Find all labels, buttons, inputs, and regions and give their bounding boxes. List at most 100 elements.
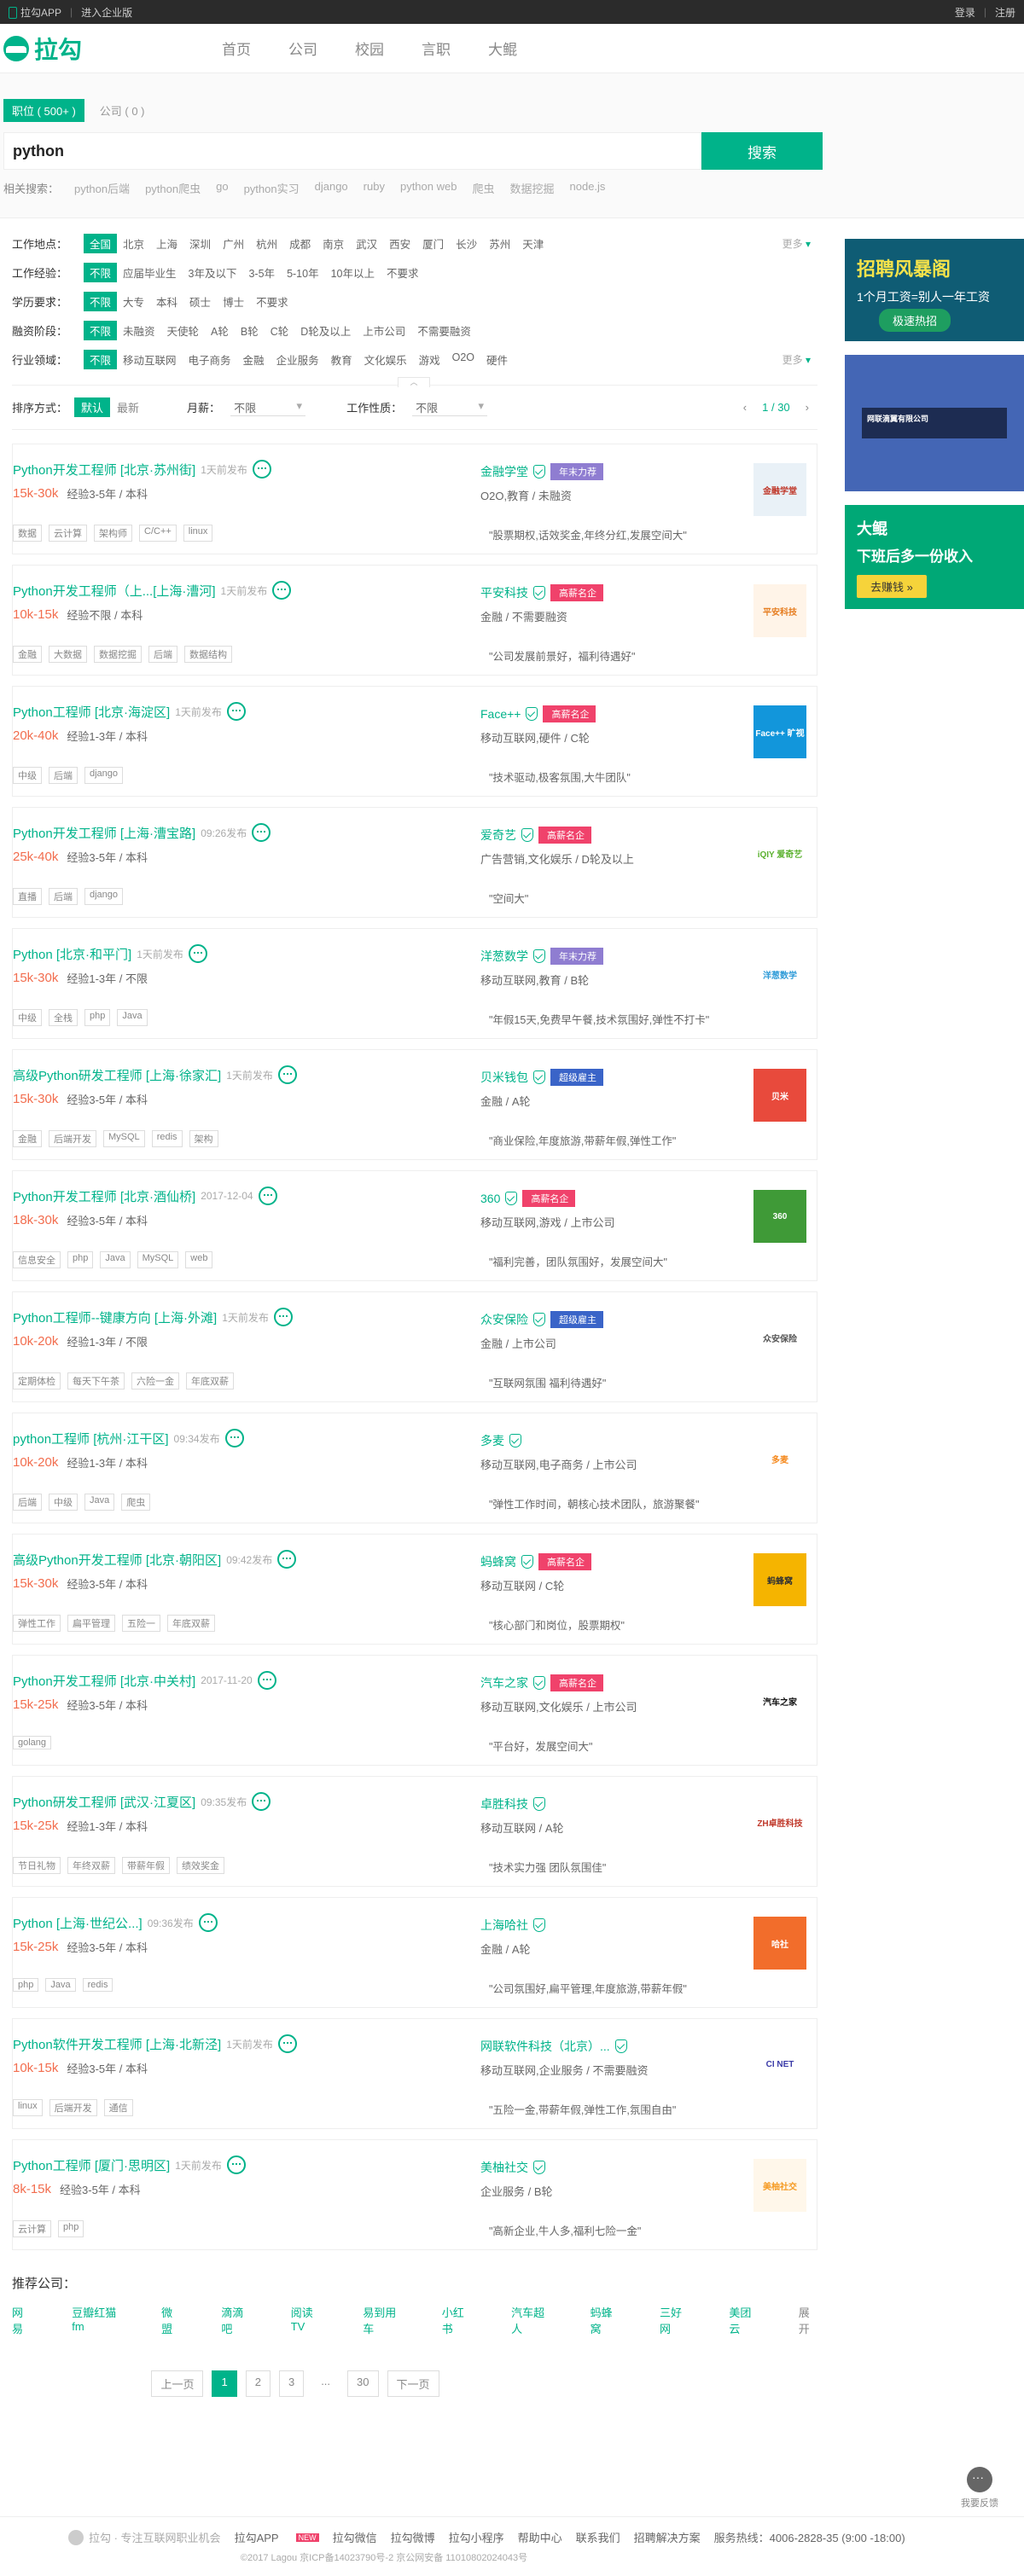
company-logo[interactable]: iQIY 爱奇艺 bbox=[753, 827, 806, 879]
company-name[interactable]: 卓胜科技 bbox=[480, 1796, 528, 1813]
filter-option[interactable]: 金融 bbox=[237, 350, 271, 369]
job-card[interactable]: Python开发工程师 [北京·中关村] 2017-11-20 15k-25k 经验3… bbox=[12, 1655, 817, 1766]
page-button[interactable]: 30 bbox=[347, 2370, 379, 2397]
company-logo[interactable]: 360 bbox=[753, 1190, 806, 1243]
filter-option[interactable]: 不限 bbox=[84, 349, 118, 369]
company-logo[interactable]: 蚂蜂窝 bbox=[753, 1553, 806, 1606]
chat-icon[interactable] bbox=[257, 1671, 276, 1690]
footer-link[interactable]: 拉勾微博 bbox=[391, 2529, 435, 2545]
related-link[interactable]: python后端 bbox=[74, 180, 130, 196]
job-title[interactable]: Python开发工程师 [北京·中关村] bbox=[13, 1672, 195, 1690]
company-logo[interactable]: 众安保险 bbox=[753, 1311, 806, 1364]
nav-home[interactable]: 首页 bbox=[222, 38, 251, 59]
chat-icon[interactable] bbox=[224, 1429, 244, 1448]
job-title[interactable]: Python工程师--键康方向 [上海·外滩] bbox=[13, 1308, 217, 1326]
filter-option[interactable]: 广州 bbox=[217, 234, 250, 253]
company-name[interactable]: 上海哈社 bbox=[480, 1917, 528, 1934]
recommended-company-link[interactable]: 三好网 bbox=[660, 2304, 688, 2336]
next-page-button[interactable]: 下一页 bbox=[387, 2370, 439, 2397]
login-link[interactable]: 登录 bbox=[955, 5, 975, 20]
company-logo[interactable]: 洋葱数学 bbox=[753, 948, 806, 1001]
company-name[interactable]: 众安保险 bbox=[480, 1311, 528, 1328]
related-link[interactable]: python爬虫 bbox=[145, 180, 201, 196]
company-name[interactable]: 美柚社交 bbox=[480, 2159, 528, 2176]
job-card[interactable]: Python工程师--键康方向 [上海·外滩] 1天前发布 10k-20k 经验1-3… bbox=[12, 1291, 817, 1402]
tab-companies[interactable]: 公司 ( 0 ) bbox=[100, 102, 145, 119]
page-button[interactable]: 2 bbox=[245, 2370, 271, 2397]
filter-option[interactable]: 不要求 bbox=[381, 263, 425, 282]
recommended-company-link[interactable]: 滴滴吧 bbox=[221, 2304, 249, 2336]
filter-option[interactable]: 上海 bbox=[150, 234, 183, 253]
filter-more-toggle[interactable]: 更多 bbox=[783, 352, 811, 367]
filter-option[interactable]: 游戏 bbox=[413, 350, 446, 369]
recommended-company-link[interactable]: 微盟 bbox=[161, 2304, 180, 2336]
filter-option[interactable]: 未融资 bbox=[117, 321, 161, 340]
chat-icon[interactable] bbox=[277, 1550, 297, 1569]
job-card[interactable]: Python [北京·和平门] 1天前发布 15k-30k 经验1-3年 / 不限 中级… bbox=[12, 928, 817, 1039]
company-logo[interactable]: ZH卓胜科技 bbox=[753, 1796, 806, 1848]
filter-option[interactable]: 文化娱乐 bbox=[358, 350, 413, 369]
company-name[interactable]: Face++ bbox=[480, 707, 521, 721]
chat-icon[interactable] bbox=[277, 1065, 297, 1084]
filter-option[interactable]: 苏州 bbox=[483, 234, 516, 253]
job-card[interactable]: Python [上海·世纪公...] 09:36发布 15k-25k 经验3-5年 /… bbox=[12, 1897, 817, 2008]
filter-option[interactable]: 不需要融资 bbox=[411, 321, 477, 340]
company-name[interactable]: 多麦 bbox=[480, 1432, 504, 1449]
filter-option[interactable]: 厦门 bbox=[416, 234, 450, 253]
company-logo[interactable]: 平安科技 bbox=[753, 584, 806, 637]
job-title[interactable]: Python软件开发工程师 [上海·北新泾] bbox=[13, 2035, 221, 2053]
job-card[interactable]: Python开发工程师（上...[上海·漕河] 1天前发布 10k-15k 经验不限 … bbox=[12, 565, 817, 676]
job-title[interactable]: Python开发工程师 [北京·苏州街] bbox=[13, 461, 195, 479]
job-title[interactable]: Python开发工程师（上...[上海·漕河] bbox=[13, 582, 216, 600]
filter-option[interactable]: 长沙 bbox=[450, 234, 483, 253]
footer-link[interactable]: 拉勾微信 bbox=[333, 2529, 377, 2545]
related-link[interactable]: 爬虫 bbox=[472, 180, 494, 196]
job-card[interactable]: Python软件开发工程师 [上海·北新泾] 1天前发布 10k-15k 经验3-5年… bbox=[12, 2018, 817, 2129]
recommended-company-link[interactable]: 美团云 bbox=[729, 2304, 757, 2336]
filter-option[interactable]: 北京 bbox=[117, 234, 150, 253]
filter-option[interactable]: 电子商务 bbox=[183, 350, 237, 369]
filter-option[interactable]: 本科 bbox=[150, 292, 183, 311]
chat-icon[interactable] bbox=[226, 2155, 246, 2174]
salary-dropdown[interactable]: 不限 bbox=[230, 399, 306, 416]
company-logo[interactable]: 金融学堂 bbox=[753, 463, 806, 516]
nav-company[interactable]: 公司 bbox=[288, 38, 317, 59]
enterprise-link[interactable]: 进入企业版 bbox=[81, 5, 132, 20]
recommended-company-link[interactable]: 网易 bbox=[12, 2304, 31, 2336]
chat-icon[interactable] bbox=[273, 1308, 293, 1326]
job-title[interactable]: Python [北京·和平门] bbox=[13, 945, 131, 963]
company-logo[interactable]: 美柚社交 bbox=[753, 2159, 806, 2212]
company-logo[interactable]: 汽车之家 bbox=[753, 1674, 806, 1727]
related-link[interactable]: ruby bbox=[364, 180, 385, 196]
filter-option[interactable]: 天津 bbox=[516, 234, 550, 253]
related-link[interactable]: django bbox=[315, 180, 348, 196]
job-title[interactable]: 高级Python研发工程师 [上海·徐家汇] bbox=[13, 1066, 221, 1084]
chat-icon[interactable] bbox=[252, 1792, 271, 1811]
filter-option[interactable]: 天使轮 bbox=[161, 321, 206, 340]
job-card[interactable]: 高级Python开发工程师 [北京·朝阳区] 09:42发布 15k-30k 经验3-… bbox=[12, 1534, 817, 1645]
app-link[interactable]: 拉勾APP bbox=[9, 5, 61, 20]
sort-default[interactable]: 默认 bbox=[74, 397, 111, 417]
company-logo[interactable]: 哈社 bbox=[753, 1917, 806, 1970]
company-logo[interactable]: CI NET bbox=[753, 2038, 806, 2091]
job-title[interactable]: Python开发工程师 [上海·漕宝路] bbox=[13, 824, 195, 842]
next-page-arrow[interactable]: › bbox=[806, 401, 809, 414]
chat-icon[interactable] bbox=[198, 1913, 218, 1932]
job-card[interactable]: Python开发工程师 [北京·苏州街] 1天前发布 15k-30k 经验3-5年 /… bbox=[12, 444, 817, 554]
logo[interactable]: 拉勾 bbox=[0, 32, 222, 66]
tab-jobs[interactable]: 职位 ( 500+ ) bbox=[3, 99, 84, 122]
filter-option[interactable]: 不限 bbox=[84, 262, 118, 282]
footer-link[interactable]: 服务热线：4006-2828-35 (9:00 -18:00) bbox=[714, 2529, 905, 2545]
filter-option[interactable]: 大专 bbox=[117, 292, 150, 311]
company-name[interactable]: 蚂蜂窝 bbox=[480, 1553, 516, 1570]
filter-option[interactable]: 不要求 bbox=[250, 292, 294, 311]
footer-link[interactable]: 帮助中心 bbox=[518, 2529, 562, 2545]
filter-option[interactable]: 移动互联网 bbox=[117, 350, 183, 369]
register-link[interactable]: 注册 bbox=[995, 5, 1015, 20]
filter-option[interactable]: 3年及以下 bbox=[183, 263, 243, 282]
ad-banner-recruit[interactable]: 招聘风暴阁 1个月工资=别人一年工资 极速热招 bbox=[845, 239, 1024, 341]
job-card[interactable]: Python工程师 [北京·海淀区] 1天前发布 20k-40k 经验1-3年 / 本… bbox=[12, 686, 817, 797]
company-logo[interactable]: 多麦 bbox=[753, 1432, 806, 1485]
page-button[interactable]: 3 bbox=[278, 2370, 305, 2397]
company-name[interactable]: 网联软件科技（北京）... bbox=[480, 2038, 610, 2055]
